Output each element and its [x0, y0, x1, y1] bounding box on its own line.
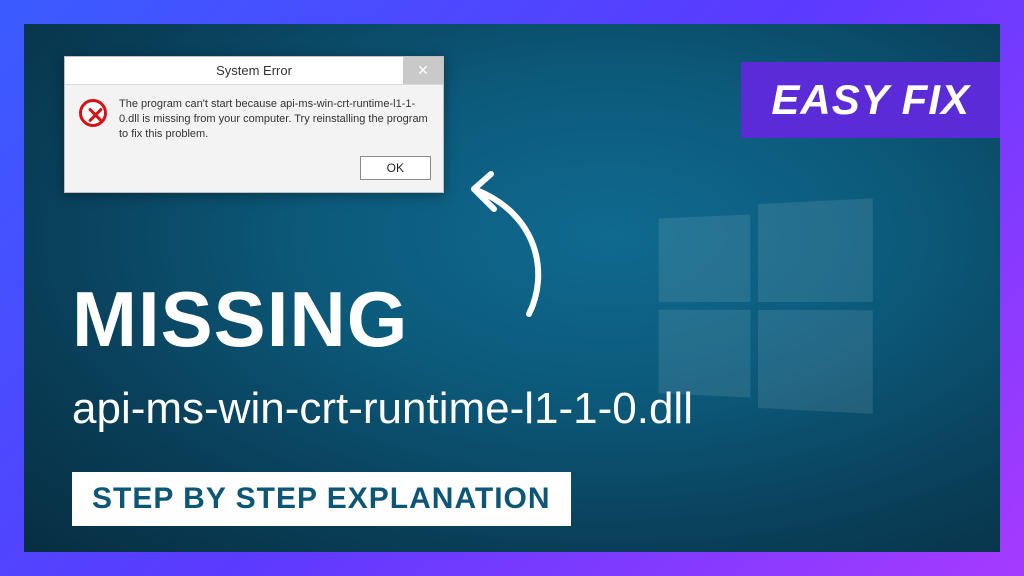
dialog-titlebar: System Error ✕: [65, 57, 443, 85]
easy-fix-badge: EASY FIX: [741, 62, 1000, 138]
close-icon: ✕: [417, 62, 429, 79]
filename-text: api-ms-win-crt-runtime-l1-1-0.dll: [72, 384, 970, 434]
dialog-message: The program can't start because api-ms-w…: [119, 97, 429, 142]
close-button[interactable]: ✕: [403, 57, 443, 84]
desktop-background: EASY FIX System Error ✕ The program can'…: [24, 24, 1000, 552]
headline-missing: MISSING: [72, 274, 408, 365]
dialog-body: The program can't start because api-ms-w…: [65, 85, 443, 150]
windows-logo-icon: [659, 198, 873, 409]
dialog-title: System Error: [216, 63, 292, 78]
ok-button[interactable]: OK: [360, 156, 431, 180]
dialog-footer: OK: [65, 150, 443, 192]
system-error-dialog: System Error ✕ The program can't start b…: [64, 56, 444, 193]
arrow-icon: [439, 164, 569, 324]
step-by-step-badge: STEP BY STEP EXPLANATION: [72, 472, 571, 526]
error-icon: [79, 99, 107, 127]
thumbnail-frame: EASY FIX System Error ✕ The program can'…: [0, 0, 1024, 576]
